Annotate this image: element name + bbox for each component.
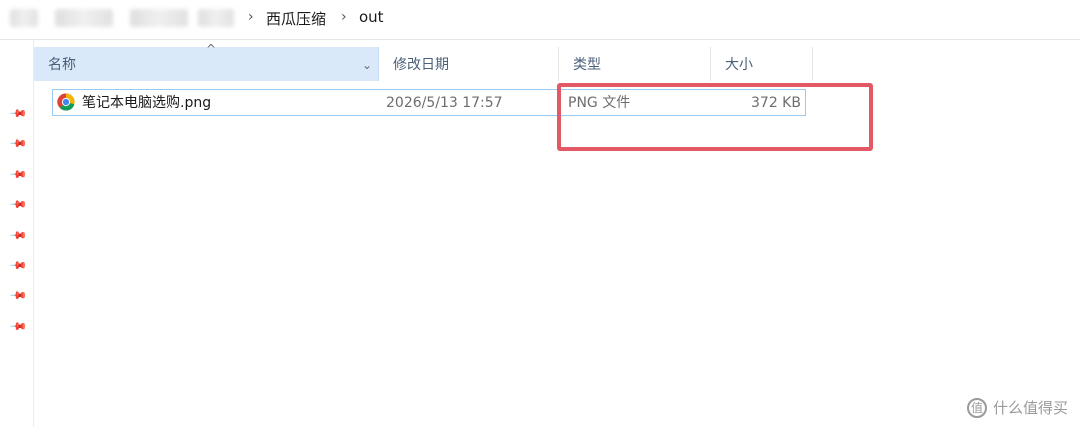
pin-icon[interactable]: 📌 — [8, 134, 28, 154]
watermark-text: 什么值得买 — [992, 399, 1068, 417]
sort-ascending-icon: ^ — [206, 42, 217, 56]
pin-icon[interactable]: 📌 — [8, 195, 28, 215]
pin-icon[interactable]: 📌 — [8, 286, 28, 306]
breadcrumb-item-out[interactable]: out — [359, 8, 384, 26]
column-header-size[interactable]: 大小 — [711, 47, 813, 81]
pin-icon[interactable]: 📌 — [8, 226, 28, 246]
breadcrumb-item-xigua[interactable]: 西瓜压缩 — [266, 8, 326, 29]
column-header-type[interactable]: 类型 — [559, 47, 711, 81]
blurred-crumb — [198, 9, 234, 27]
breadcrumb-separator: › — [341, 9, 347, 25]
address-bar[interactable]: › 西瓜压缩 › out — [0, 0, 1080, 40]
column-header-row: 名称 ^ ⌄ 修改日期 类型 大小 — [34, 43, 814, 83]
breadcrumb-separator: › — [248, 9, 254, 25]
column-header-date[interactable]: 修改日期 — [379, 47, 559, 81]
file-modified: 2026/5/13 17:57 — [386, 95, 503, 111]
chrome-icon — [57, 93, 75, 111]
column-name-label: 名称 — [48, 57, 76, 73]
navigation-pane: 📌 📌 📌 📌 📌 📌 📌 📌 — [0, 40, 34, 427]
chevron-down-icon[interactable]: ⌄ — [362, 47, 372, 83]
column-header-name[interactable]: 名称 ^ ⌄ — [34, 43, 379, 83]
pin-icon[interactable]: 📌 — [8, 104, 28, 124]
pin-icon[interactable]: 📌 — [8, 256, 28, 276]
column-date-label: 修改日期 — [393, 57, 449, 73]
blurred-crumb — [130, 9, 188, 27]
blurred-crumb — [55, 9, 113, 27]
pin-icon[interactable]: 📌 — [8, 165, 28, 185]
watermark: 值 什么值得买 — [966, 397, 1068, 418]
watermark-badge-icon: 值 — [966, 397, 987, 418]
highlight-box — [557, 83, 873, 151]
blurred-crumb — [10, 9, 38, 27]
column-type-label: 类型 — [573, 57, 601, 73]
file-name[interactable]: 笔记本电脑选购.png — [82, 91, 211, 115]
pin-icon[interactable]: 📌 — [8, 317, 28, 337]
column-size-label: 大小 — [725, 57, 753, 73]
